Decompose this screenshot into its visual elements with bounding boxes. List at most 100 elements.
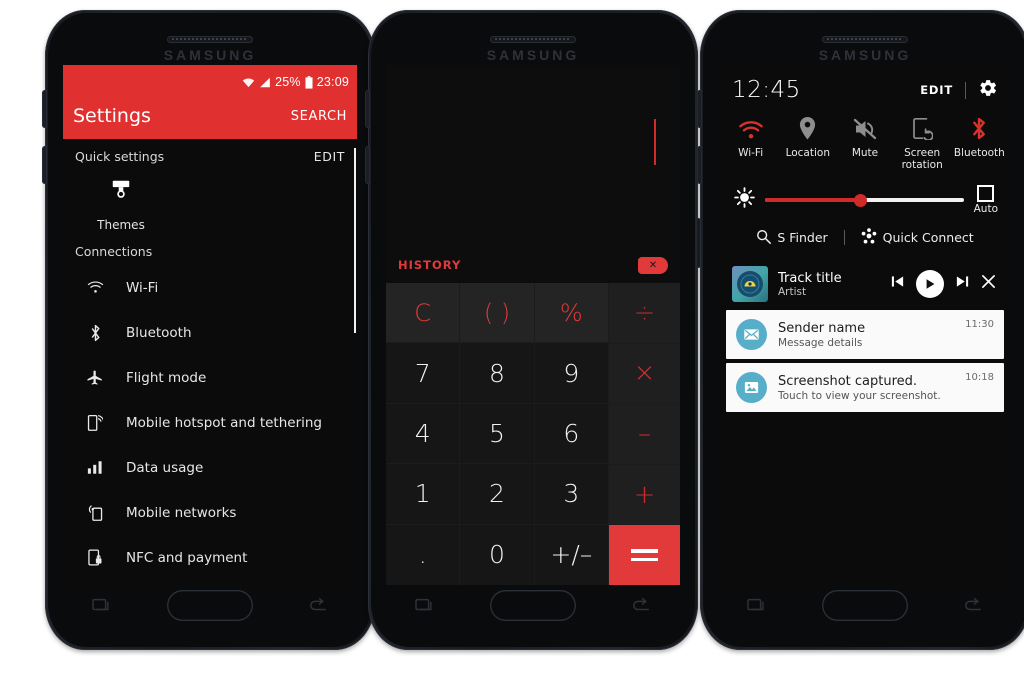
key-8[interactable]: 8 [460, 343, 535, 404]
key-4[interactable]: 4 [386, 403, 461, 465]
back-icon[interactable] [961, 595, 985, 615]
toggle-location[interactable]: Location [780, 114, 836, 171]
quick-settings-edit-button[interactable]: EDIT [314, 149, 345, 164]
settings-row-label: Flight mode [126, 369, 207, 386]
key-percent[interactable]: % [534, 283, 609, 344]
settings-row-hotspot[interactable]: Mobile hotspot and tethering [63, 400, 357, 445]
slider-knob[interactable] [853, 193, 867, 207]
notification-body: Screenshot captured. Touch to view your … [778, 374, 954, 402]
key-multiply[interactable]: × [609, 343, 680, 405]
key-divide[interactable]: ÷ [609, 283, 680, 344]
key-0[interactable]: 0 [460, 524, 535, 585]
volume-up-button[interactable] [365, 90, 370, 128]
back-icon[interactable] [306, 595, 330, 615]
backspace-icon[interactable]: ✕ [638, 256, 668, 274]
key-plus[interactable]: + [609, 464, 680, 526]
notification-item-message[interactable]: Sender name Message details 11:30 [726, 310, 1004, 359]
volume-down-button[interactable] [42, 146, 47, 184]
key-5[interactable]: 5 [460, 403, 535, 465]
themes-brush-icon [110, 178, 132, 205]
settings-row-bluetooth[interactable]: Bluetooth [63, 310, 357, 355]
toggle-label: Bluetooth [953, 147, 1005, 159]
brightness-row: Auto [718, 171, 1012, 215]
notification-title: Sender name [778, 320, 866, 336]
navigation-bar [63, 584, 357, 626]
toggle-mute[interactable]: Mute [837, 114, 893, 171]
keypad-function-row: C ( ) % [386, 283, 609, 344]
auto-brightness-checkbox[interactable]: Auto [974, 185, 998, 215]
settings-row-flight-mode[interactable]: Flight mode [63, 355, 357, 400]
recent-apps-icon[interactable] [745, 595, 769, 615]
calculator-display[interactable]: HISTORY ✕ [386, 65, 680, 283]
volume-down-button[interactable] [697, 146, 702, 184]
toggle-label: Mute [851, 147, 879, 159]
gear-icon[interactable] [978, 78, 998, 103]
quick-connect-icon [861, 228, 877, 247]
keypad-row: 7 8 9 [386, 343, 609, 404]
search-icon [756, 229, 772, 247]
search-button[interactable]: SEARCH [291, 109, 347, 124]
mobile-networks-icon [85, 503, 105, 522]
media-notification[interactable]: Track title Artist [726, 258, 1004, 310]
key-clear[interactable]: C [386, 283, 461, 344]
wifi-icon [738, 114, 763, 140]
calculator-phone: SAMSUNG HISTORY ✕ C ( ) % 7 8 9 4 5 6 1 … [365, 10, 701, 650]
toggle-wifi[interactable]: Wi-Fi [723, 114, 779, 171]
s-finder-button[interactable]: S Finder [756, 229, 828, 247]
toggle-bluetooth[interactable]: Bluetooth [951, 114, 1007, 171]
home-button[interactable] [167, 590, 253, 621]
notification-panel-screen: 12:45 EDIT Wi-Fi Location Mute Screen ro… [718, 65, 1012, 585]
home-button[interactable] [490, 590, 576, 621]
earpiece-speaker [167, 36, 253, 43]
key-3[interactable]: 3 [534, 464, 609, 525]
key-2[interactable]: 2 [460, 464, 535, 525]
status-bar: 25% 23:09 [63, 65, 357, 99]
key-6[interactable]: 6 [534, 403, 609, 465]
volume-up-button[interactable] [42, 90, 47, 128]
quick-links-row: S Finder Quick Connect [718, 215, 1012, 258]
next-icon[interactable] [955, 274, 970, 294]
key-7[interactable]: 7 [386, 343, 461, 404]
recent-apps-icon[interactable] [90, 595, 114, 615]
play-icon[interactable] [916, 270, 944, 298]
notification-item-screenshot[interactable]: Screenshot captured. Touch to view your … [726, 363, 1004, 412]
settings-row-data-usage[interactable]: Data usage [63, 445, 357, 490]
key-minus[interactable]: – [609, 404, 680, 465]
connections-list: Wi-Fi Bluetooth Flight mode Mobile hotsp… [63, 263, 357, 580]
edit-button[interactable]: EDIT [920, 83, 953, 97]
volume-up-button[interactable] [697, 90, 702, 128]
settings-row-label: Mobile networks [126, 504, 237, 521]
key-equals[interactable] [609, 525, 680, 585]
settings-row-wifi[interactable]: Wi-Fi [63, 265, 357, 310]
back-icon[interactable] [629, 595, 653, 615]
key-parentheses[interactable]: ( ) [460, 283, 535, 344]
key-1[interactable]: 1 [386, 464, 461, 525]
key-decimal[interactable]: . [386, 524, 461, 585]
prev-icon[interactable] [890, 274, 905, 294]
quick-tile-themes[interactable]: Themes [89, 178, 153, 232]
quick-connect-button[interactable]: Quick Connect [861, 228, 974, 247]
volume-down-button[interactable] [365, 146, 370, 184]
calculator-screen: HISTORY ✕ C ( ) % 7 8 9 4 5 6 1 2 3 . 0 … [386, 65, 680, 585]
settings-row-label: Mobile hotspot and tethering [126, 414, 323, 431]
brightness-icon [734, 187, 755, 213]
home-button[interactable] [822, 590, 908, 621]
text-caret [654, 119, 656, 165]
hotspot-icon [85, 413, 105, 432]
close-icon[interactable] [981, 274, 996, 294]
brightness-slider[interactable] [765, 193, 964, 207]
settings-row-mobile-networks[interactable]: Mobile networks [63, 490, 357, 535]
settings-row-nfc[interactable]: NFC and payment [63, 535, 357, 580]
navigation-bar [386, 584, 680, 626]
brand-logo: SAMSUNG [818, 47, 912, 63]
settings-row-label: Data usage [126, 459, 204, 476]
scrollbar[interactable] [354, 148, 356, 333]
recent-apps-icon[interactable] [413, 595, 437, 615]
toggle-screen-rotation[interactable]: Screen rotation [894, 114, 950, 171]
history-button[interactable]: HISTORY [398, 258, 461, 272]
equals-glyph [631, 549, 658, 562]
slider-fill [765, 198, 861, 202]
key-sign-toggle[interactable]: +/– [534, 524, 609, 585]
key-9[interactable]: 9 [534, 343, 609, 404]
battery-percent: 25% [275, 75, 301, 89]
